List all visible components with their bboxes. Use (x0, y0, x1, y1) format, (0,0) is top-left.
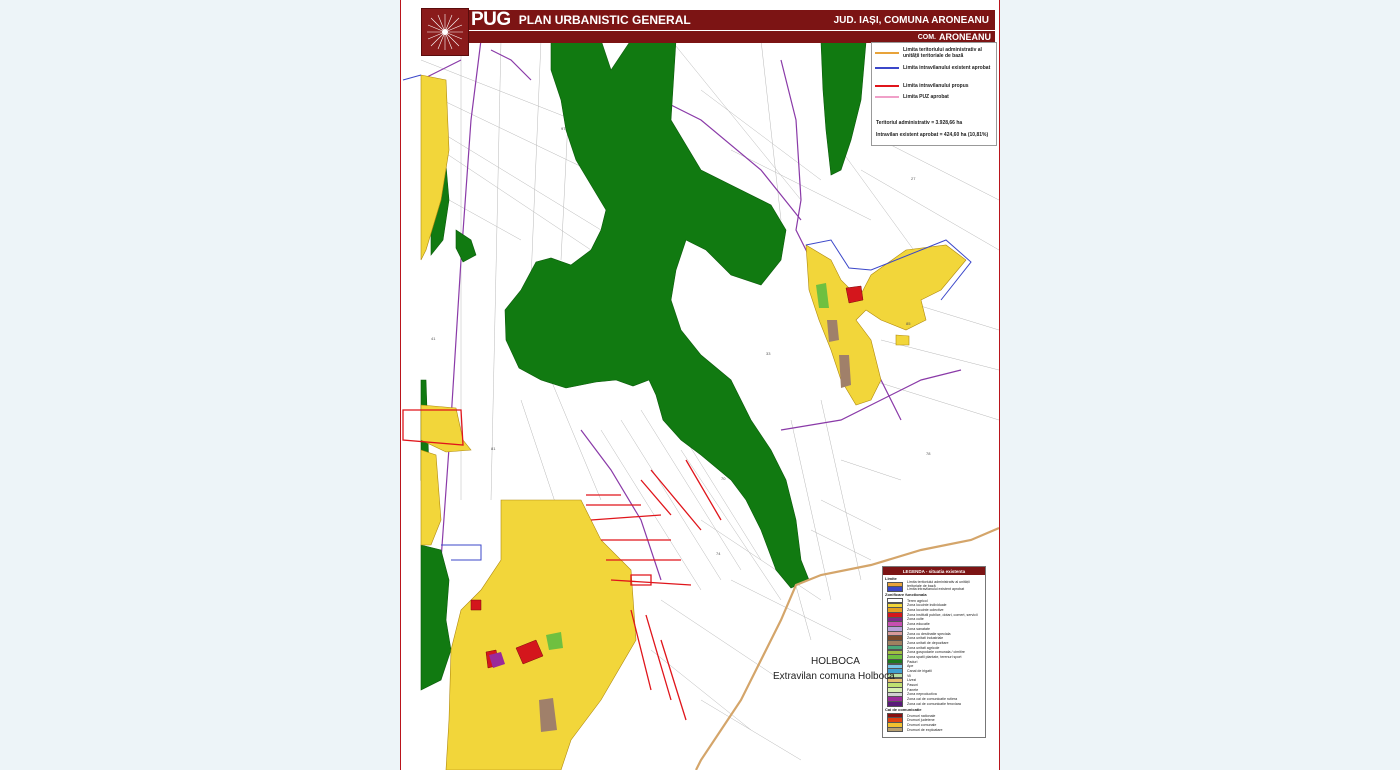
legend-label: Limita intravilanului existent aprobat (907, 587, 965, 592)
legend-label: Zona neproductiva (907, 692, 937, 697)
stat-intravilan-area: Intravilan existent aprobat = 424,60 ha … (876, 132, 989, 138)
stat-total-area: Teritoriul administrativ = 3.928,66 ha (876, 120, 963, 126)
commune-name: ARONEANU (938, 32, 991, 42)
legend-label: Paduri (907, 659, 918, 664)
neighbor-commune-label: HOLBOCA (811, 656, 860, 667)
legend-label: Zona cai de comunicatie rutiera (907, 697, 958, 702)
legend-label: Zona gospodarie comunala / cimitire (907, 650, 965, 655)
legend-title: LEGENDA - situatia existenta (883, 567, 985, 575)
legend-label: Pasuni (907, 683, 918, 688)
existing-situation-legend: LEGENDA - situatia existenta Limite Limi… (882, 566, 986, 738)
legend-label: Zona cu destinatie speciala (907, 631, 951, 636)
plan-title: PLAN URBANISTIC GENERAL (518, 13, 691, 27)
legend-label: Zona spatii plantate, terenuri sport (907, 654, 962, 659)
title-band: PUG PLAN URBANISTIC GENERAL JUD. IAȘI, C… (469, 9, 995, 30)
svg-text:41: 41 (431, 336, 436, 341)
legend-swatch (887, 726, 903, 733)
area-statistics: Teritoriul administrativ = 3.928,66 ha I… (876, 117, 988, 141)
svg-text:81: 81 (491, 446, 496, 451)
svg-text:85: 85 (906, 321, 911, 326)
legend-label: Limita PUZ aprobat (903, 94, 949, 100)
legend-limits-list: Limita teritoriului administrativ al uni… (883, 580, 985, 592)
compass-logo (421, 8, 469, 56)
legend-section-roads: Cai de comunicatie (885, 707, 922, 713)
svg-text:27: 27 (911, 176, 916, 181)
legend-label: Limita teritoriului administrativ al uni… (903, 47, 982, 59)
legend-line-proposed (875, 85, 899, 87)
legend-label: Livezi (907, 678, 917, 683)
legend-label: Zona cai de comunicatie feroviara (907, 701, 961, 706)
legend-label: Zona educatie (907, 622, 930, 627)
legend-label: Zona sanatate (907, 626, 930, 631)
map-header: PUG PLAN URBANISTIC GENERAL JUD. IAȘI, C… (421, 8, 995, 56)
legend-item: Limita intravilanului existent aprobat (875, 65, 993, 71)
legend-item: Limita teritoriului administrativ al uni… (875, 47, 993, 59)
legend-label: Zona unitati de depozitare (907, 640, 949, 645)
compass-star-icon (427, 14, 463, 50)
legend-item: Zona cai de comunicatie feroviara (887, 701, 985, 707)
legend-label: Zona unitati agricole (907, 645, 940, 650)
legend-section-zones: Zonificare functionala (885, 592, 927, 598)
svg-text:74: 74 (716, 551, 721, 556)
legend-label: Zona locuinte individuale (907, 603, 947, 608)
svg-text:97: 97 (561, 126, 566, 131)
legend-swatch (887, 586, 903, 592)
legend-label: Drumuri de exploatare (907, 727, 943, 732)
legend-label: Canal de irigatii (907, 669, 932, 674)
legend-label: Drumuri nationale (907, 713, 936, 718)
legend-label: Drumuri comunale (907, 722, 937, 727)
legend-swatch (887, 701, 903, 707)
county-label: JUD. IAȘI, COMUNA ARONEANU (833, 14, 989, 26)
legend-label: Teren agricol (907, 598, 928, 603)
legend-label: Zona culte (907, 617, 924, 622)
legend-line-admin (875, 52, 899, 54)
legend-label: Zona unitati industriale (907, 636, 944, 641)
svg-text:70: 70 (721, 476, 726, 481)
legend-label: Ape (907, 664, 914, 669)
limits-legend: Limita teritoriului administrativ al uni… (871, 42, 997, 146)
legend-item: Drumuri de exploatare (887, 726, 985, 733)
legend-label: Fanete (907, 687, 919, 692)
legend-label: Vii (907, 673, 911, 678)
legend-roads-list: Drumuri nationale Drumuri judetene Drumuri… (883, 712, 985, 733)
legend-label: Limita intravilanului existent aprobat (903, 65, 991, 71)
legend-line-puz (875, 96, 899, 98)
legend-zones-list: Teren agricol Zona locuinte individuale Zo… (883, 597, 985, 707)
legend-label: Zona locuinte colective (907, 608, 944, 613)
svg-text:78: 78 (926, 451, 931, 456)
legend-item: Limita PUZ aprobat (875, 94, 993, 100)
legend-item: Limita intravilanului propus (875, 83, 993, 89)
legend-line-existing (875, 67, 899, 69)
map-sheet: 97 27 81 33 85 74 78 41 70 PUG PLAN URBANISTIC… (400, 0, 1000, 770)
legend-label: Limita intravilanului propus (903, 83, 969, 89)
legend-label: Zona institutii publice, dotari, comert,… (907, 612, 978, 617)
legend-label: Drumuri judetene (907, 718, 935, 723)
pug-label: PUG (471, 9, 511, 30)
svg-text:33: 33 (766, 351, 771, 356)
commune-prefix: COM. (917, 33, 936, 41)
neighbor-extravilan-label: Extravilan comuna Holboca (773, 671, 895, 682)
